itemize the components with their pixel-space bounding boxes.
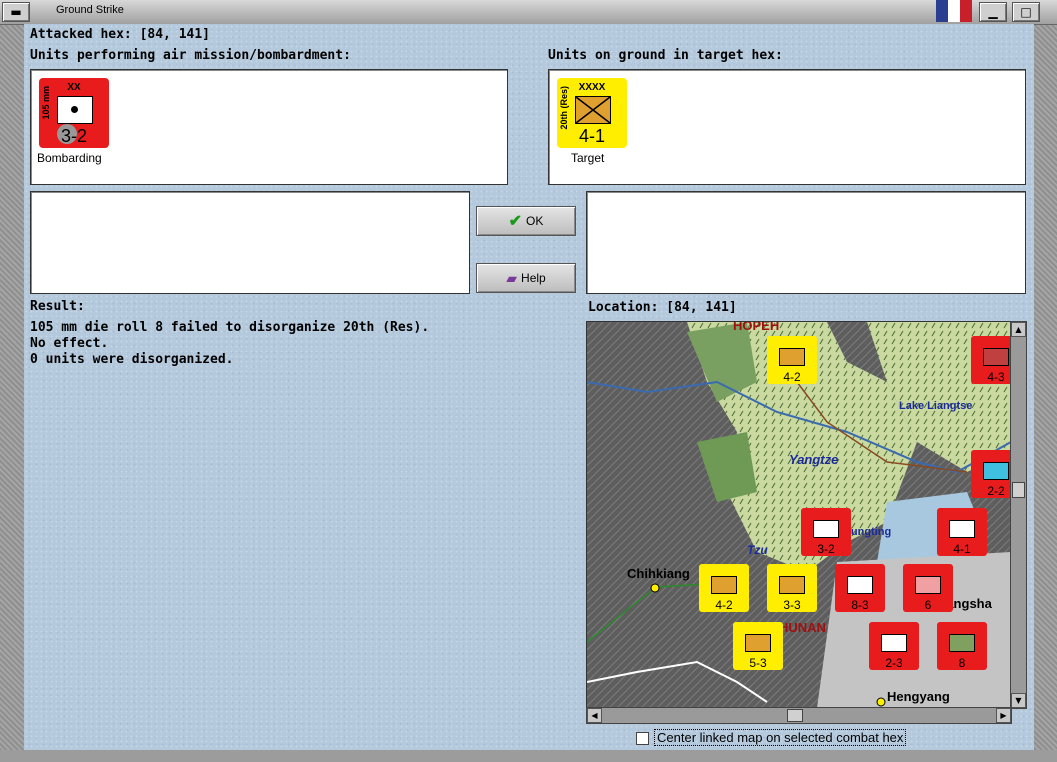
window-bottom-border (0, 750, 1057, 762)
ok-button[interactable]: ✔ OK (476, 206, 576, 236)
ground-units-label: Units on ground in target hex: (548, 48, 783, 63)
map-unit-counter[interactable]: 5-3 (733, 622, 783, 670)
map-unit-counter[interactable]: 4-2 (767, 336, 817, 384)
unit-strength: 4-1 (578, 126, 605, 146)
air-units-panel: XX 105 mm 3-2 Bombarding (30, 69, 508, 185)
scroll-thumb[interactable] (787, 709, 803, 722)
map-horizontal-scrollbar[interactable]: ◀ ▶ (586, 707, 1012, 724)
help-button[interactable]: ▰ Help (476, 263, 576, 293)
infantry-symbol-icon (575, 96, 611, 124)
ground-units-panel: XXXX 20th (Res) 4-1 Target (548, 69, 1026, 185)
ground-unit-caption: Target (571, 151, 605, 165)
map-label: HUNAN (779, 620, 826, 635)
map-label: Tzu (747, 543, 768, 557)
scroll-right-icon[interactable]: ▶ (996, 708, 1011, 723)
dialog-body: Attacked hex: [84, 141] Units performing… (24, 24, 1034, 750)
map-label: Lake Liangtse (899, 400, 973, 412)
air-units-label: Units performing air mission/bombardment… (30, 48, 351, 63)
nation-flag-icon (936, 0, 972, 22)
ok-label: OK (526, 214, 544, 228)
air-unit-caption: Bombarding (37, 151, 102, 165)
maximize-button[interactable]: □ (1012, 2, 1040, 22)
map-unit-counter[interactable]: 8 (937, 622, 987, 670)
map-unit-counter[interactable]: 2-3 (869, 622, 919, 670)
center-linked-map-checkbox[interactable] (636, 732, 649, 745)
ground-unit-counter[interactable]: XXXX 20th (Res) 4-1 (557, 78, 627, 148)
map-unit-counter[interactable]: 3-2 (801, 508, 851, 556)
scroll-down-icon[interactable]: ▼ (1011, 693, 1026, 708)
result-line: 105 mm die roll 8 failed to disorganize … (30, 320, 430, 335)
map-label: Tungting (845, 526, 892, 538)
defender-info-panel (586, 191, 1026, 294)
window-title: Ground Strike (56, 4, 124, 16)
help-book-icon: ▰ (506, 269, 518, 286)
title-bar: ▬ Ground Strike ▁ □ (0, 0, 1057, 25)
unit-strength: 3-2 (60, 126, 87, 146)
attacked-hex-label: Attacked hex: [84, 141] (30, 27, 211, 42)
map-unit-counter[interactable]: 4-3 (971, 336, 1011, 384)
map-unit-counter[interactable]: 4-2 (699, 564, 749, 612)
map-label: Hengyang (887, 689, 950, 704)
minimize-button[interactable]: ▁ (979, 2, 1007, 22)
artillery-symbol-icon (57, 96, 93, 124)
location-label: Location: [84, 141] (588, 300, 737, 315)
map-unit-counter[interactable]: 2-2 (971, 450, 1011, 498)
scroll-left-icon[interactable]: ◀ (587, 708, 602, 723)
map-label: HOPEH (733, 321, 780, 333)
attacker-info-panel (30, 191, 470, 294)
map-vertical-scrollbar[interactable]: ▲ ▼ (1010, 321, 1027, 709)
center-linked-map-label[interactable]: Center linked map on selected combat hex (654, 729, 907, 746)
unit-name: 105 mm (41, 86, 51, 120)
map-unit-counter[interactable]: 6 (903, 564, 953, 612)
map-label: Yangtze (789, 452, 839, 467)
checkmark-icon: ✔ (508, 213, 523, 230)
help-label: Help (521, 271, 546, 285)
system-menu-button[interactable]: ▬ (2, 2, 30, 22)
result-label: Result: (30, 299, 85, 314)
scroll-up-icon[interactable]: ▲ (1011, 322, 1026, 337)
linked-map-view[interactable]: HOPEH Lake Liangtse Yangtze Tungting Tzu… (586, 321, 1012, 709)
result-line: No effect. (30, 336, 109, 351)
scroll-thumb[interactable] (1012, 482, 1025, 498)
map-unit-counter[interactable]: 4-1 (937, 508, 987, 556)
air-unit-counter[interactable]: XX 105 mm 3-2 (39, 78, 109, 148)
unit-name: 20th (Res) (559, 86, 569, 130)
map-unit-counter[interactable]: 3-3 (767, 564, 817, 612)
result-line: 0 units were disorganized. (30, 352, 234, 367)
map-unit-counter[interactable]: 8-3 (835, 564, 885, 612)
map-label: Chihkiang (627, 566, 690, 581)
